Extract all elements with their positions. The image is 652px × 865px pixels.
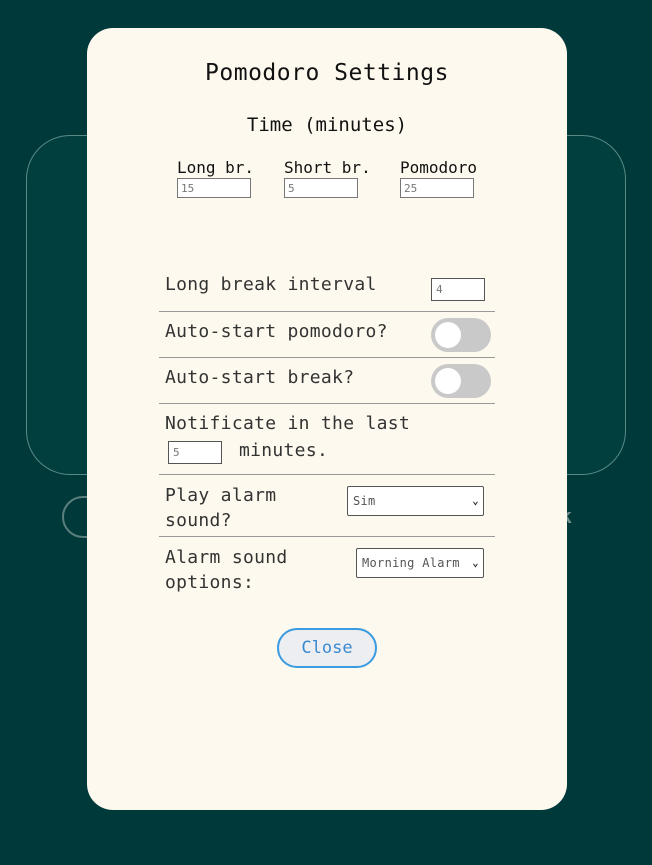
auto-start-pomodoro-toggle[interactable] bbox=[431, 318, 491, 352]
pomodoro-field: Pomodoro bbox=[400, 158, 477, 198]
auto-start-break-label: Auto-start break? bbox=[165, 367, 355, 388]
alarm-options-label-line1: Alarm sound bbox=[165, 547, 288, 568]
long-break-label: Long br. bbox=[177, 158, 255, 177]
alarm-options-label: Alarm sound options: bbox=[165, 545, 288, 595]
alarm-options-select[interactable]: Morning Alarm ⌄ bbox=[356, 548, 484, 578]
pomodoro-input[interactable] bbox=[400, 178, 474, 198]
close-button[interactable]: Close bbox=[277, 628, 377, 668]
play-alarm-label-line1: Play alarm bbox=[165, 485, 277, 506]
auto-start-break-toggle[interactable] bbox=[431, 364, 491, 398]
auto-start-pomodoro-row: Auto-start pomodoro? bbox=[159, 312, 495, 358]
notification-row: Notificate in the last minutes. bbox=[159, 404, 495, 475]
long-break-input[interactable] bbox=[177, 178, 251, 198]
chevron-down-icon: ⌄ bbox=[472, 556, 479, 569]
alarm-options-label-line2: options: bbox=[165, 572, 255, 593]
long-break-field: Long br. bbox=[177, 158, 254, 198]
short-break-input[interactable] bbox=[284, 178, 358, 198]
settings-modal: Pomodoro Settings Time (minutes) Long br… bbox=[87, 28, 567, 810]
play-alarm-row: Play alarm sound? Sim ⌄ bbox=[159, 475, 495, 537]
settings-list: Long break interval Auto-start pomodoro?… bbox=[159, 265, 495, 597]
chevron-down-icon: ⌄ bbox=[472, 494, 479, 507]
alarm-options-selected: Morning Alarm bbox=[362, 556, 460, 570]
play-alarm-selected: Sim bbox=[353, 494, 376, 508]
play-alarm-label-line2: sound? bbox=[165, 510, 232, 531]
notification-label: Notificate in the last bbox=[165, 413, 411, 434]
modal-title: Pomodoro Settings bbox=[205, 60, 449, 86]
pomodoro-label: Pomodoro bbox=[400, 158, 478, 177]
notification-minutes-label: minutes. bbox=[239, 440, 329, 461]
toggle-knob bbox=[435, 368, 461, 394]
notification-minutes-input[interactable] bbox=[168, 441, 222, 464]
auto-start-break-row: Auto-start break? bbox=[159, 358, 495, 404]
toggle-knob bbox=[435, 322, 461, 348]
long-break-interval-label: Long break interval bbox=[165, 274, 377, 295]
long-break-interval-row: Long break interval bbox=[159, 265, 495, 312]
short-break-label: Short br. bbox=[284, 158, 371, 177]
time-section-title: Time (minutes) bbox=[246, 114, 408, 136]
auto-start-pomodoro-label: Auto-start pomodoro? bbox=[165, 321, 388, 342]
long-break-interval-input[interactable] bbox=[431, 278, 485, 301]
play-alarm-label: Play alarm sound? bbox=[165, 483, 276, 533]
short-break-field: Short br. bbox=[284, 158, 371, 198]
alarm-options-row: Alarm sound options: Morning Alarm ⌄ bbox=[159, 537, 495, 597]
play-alarm-select[interactable]: Sim ⌄ bbox=[347, 486, 484, 516]
